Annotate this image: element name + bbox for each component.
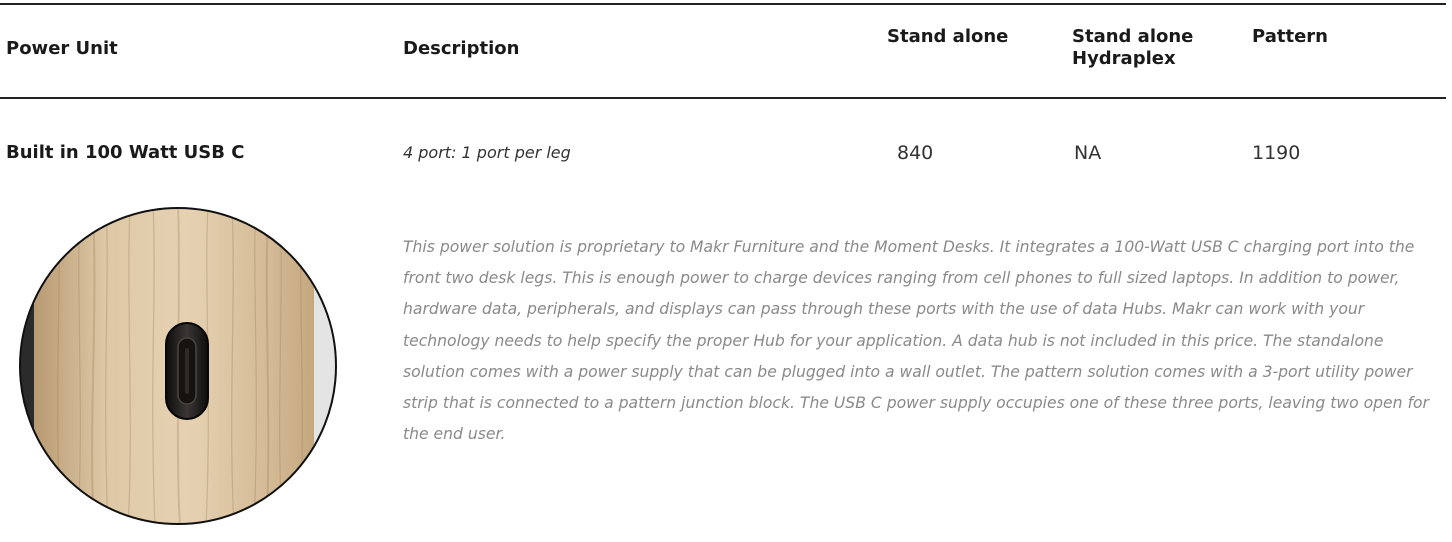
header-stand-alone-hydraplex: Stand alone Hydraplex xyxy=(1072,26,1232,70)
header-stand-alone-hydraplex-line2: Hydraplex xyxy=(1072,48,1176,69)
power-solution-details: This power solution is proprietary to Ma… xyxy=(403,238,1429,444)
usb-c-port-photo xyxy=(18,206,338,526)
row-description: 4 port: 1 port per leg xyxy=(403,143,571,162)
table-header-rule xyxy=(0,97,1446,99)
header-pattern: Pattern xyxy=(1252,26,1328,47)
header-power-unit: Power Unit xyxy=(6,38,118,59)
row-stand-alone-hydraplex-price: NA xyxy=(1074,142,1102,164)
usb-c-port-photo-graphic xyxy=(19,207,337,525)
row-stand-alone-price: 840 xyxy=(897,142,934,164)
header-stand-alone-hydraplex-line1: Stand alone xyxy=(1072,26,1194,47)
row-pattern-price: 1190 xyxy=(1252,142,1301,164)
table-top-rule xyxy=(0,3,1446,5)
row-power-unit: Built in 100 Watt USB C xyxy=(6,142,245,163)
header-description: Description xyxy=(403,38,520,59)
header-stand-alone: Stand alone xyxy=(887,26,1009,47)
